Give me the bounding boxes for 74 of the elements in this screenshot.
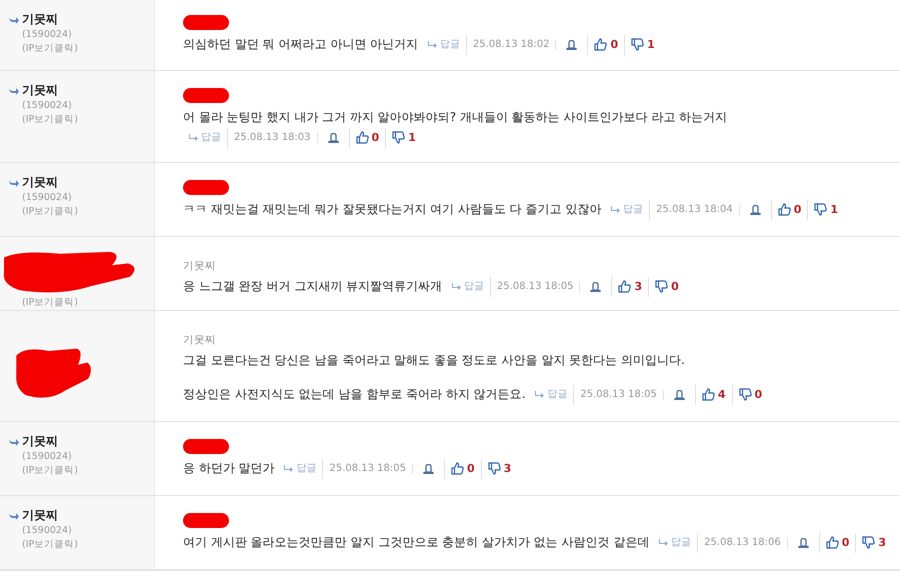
member-id: (1590024) (21, 99, 73, 113)
like-button[interactable]: 0 (348, 128, 386, 148)
mention-name: 기못찌 (183, 259, 217, 273)
member-id: (1590024) (21, 191, 73, 205)
thumbs-up-icon (826, 536, 839, 549)
like-button[interactable]: 0 (444, 458, 481, 478)
reply-arrow-icon (8, 178, 19, 187)
comment-text: 정상인은 사전지식도 없는데 남을 함부로 죽어라 하지 않거든요. (183, 387, 526, 401)
comment-text: 여기 게시판 올라오는것만큼만 알지 그것만으로 충분히 살가치가 없는 사람인것 같은데 (183, 535, 650, 549)
author-name[interactable]: 기못찌 (22, 433, 58, 450)
thumbs-up-icon (451, 462, 464, 475)
like-button[interactable]: 4 (694, 384, 732, 404)
thumbs-down-icon (631, 38, 644, 51)
thumbs-down-icon (392, 131, 406, 144)
like-button[interactable]: 3 (611, 276, 648, 296)
bell-icon (750, 204, 761, 214)
reply-arrow-icon (428, 41, 437, 48)
dislike-button[interactable]: 1 (807, 200, 844, 220)
reply-arrow-icon (659, 539, 668, 546)
reply-arrow-icon (8, 15, 19, 24)
comment-date: 25.08.13 18:06 (697, 532, 787, 552)
reply-arrow-icon (8, 437, 19, 446)
reply-arrow-icon (8, 86, 19, 95)
author-name[interactable]: 기못찌 (22, 11, 58, 28)
thumbs-up-icon (778, 203, 791, 216)
comment-text: 응 느그갤 완장 버거 그지새끼 뷰지짤역류기싸개 (183, 279, 442, 293)
bell-icon (423, 464, 434, 474)
bell-icon (328, 132, 339, 142)
reply-arrow-icon (535, 391, 544, 398)
author-name[interactable]: 기못찌 (22, 507, 58, 524)
thumbs-up-icon (618, 280, 632, 293)
reply-arrow-icon (284, 465, 294, 472)
thumbs-down-icon (862, 536, 876, 549)
bell-icon (590, 282, 602, 292)
reply-arrow-icon (611, 206, 620, 213)
bell-icon (674, 390, 685, 400)
reply-arrow-icon (189, 134, 198, 141)
author-name[interactable]: 기못찌 (22, 82, 58, 99)
comment-date: 25.08.13 18:05 (490, 276, 580, 296)
comment-text: 어 몰라 눈팅만 했지 내가 그거 까지 알아야봐야되? 개내들이 활동하는 사이트인가보다 라고 하는거지 (183, 110, 728, 124)
comment-date: 25.08.13 18:03 (227, 128, 317, 148)
thumbs-down-icon (655, 280, 668, 293)
comment-date: 25.08.13 18:04 (649, 200, 739, 220)
dislike-button[interactable]: 3 (855, 532, 892, 552)
dislike-button[interactable]: 0 (732, 384, 768, 404)
like-button[interactable]: 0 (770, 200, 808, 220)
comment-text: 의심하던 말던 뭐 어쩌라고 아니면 아닌거지 (183, 37, 418, 51)
thumbs-up-icon (594, 38, 608, 51)
dislike-button[interactable]: 3 (480, 458, 518, 478)
thumbs-down-icon (814, 203, 828, 216)
thumbs-down-icon (738, 388, 752, 401)
dislike-button[interactable]: 1 (624, 34, 661, 54)
comment-date: 25.08.13 18:02 (466, 34, 556, 54)
like-button[interactable]: 0 (818, 532, 856, 552)
bell-icon (798, 538, 809, 548)
member-id: (1590024) (21, 450, 73, 464)
member-id: (1590024) (21, 524, 73, 538)
dislike-button[interactable]: 1 (385, 128, 422, 148)
thumbs-up-icon (702, 388, 715, 401)
mention-name: 기못찌 (183, 333, 217, 347)
reply-arrow-icon (452, 283, 461, 290)
bell-icon (566, 40, 578, 50)
comment-date: 25.08.13 18:05 (573, 384, 663, 404)
thumbs-up-icon (356, 131, 369, 144)
dislike-button[interactable]: 0 (648, 276, 685, 296)
thumbs-down-icon (488, 462, 501, 475)
author-name[interactable]: 기못찌 (22, 174, 58, 191)
reply-arrow-icon (8, 511, 19, 520)
comment-text: 응 하던가 말던가 (183, 461, 275, 475)
like-button[interactable]: 0 (587, 34, 624, 54)
comment-text: 그걸 모른다는건 당신은 남을 죽어라고 말해도 좋을 정도로 사안을 알지 못한다는 의미입니다. (183, 353, 685, 367)
comment-date: 25.08.13 18:05 (322, 458, 412, 478)
member-id: (1590024) (21, 28, 73, 42)
comment-text: ㅋㅋ 재밋는걸 재밋는데 뭐가 잘못됐다는거지 여기 사람들도 다 즐기고 있잖아 (183, 202, 602, 216)
